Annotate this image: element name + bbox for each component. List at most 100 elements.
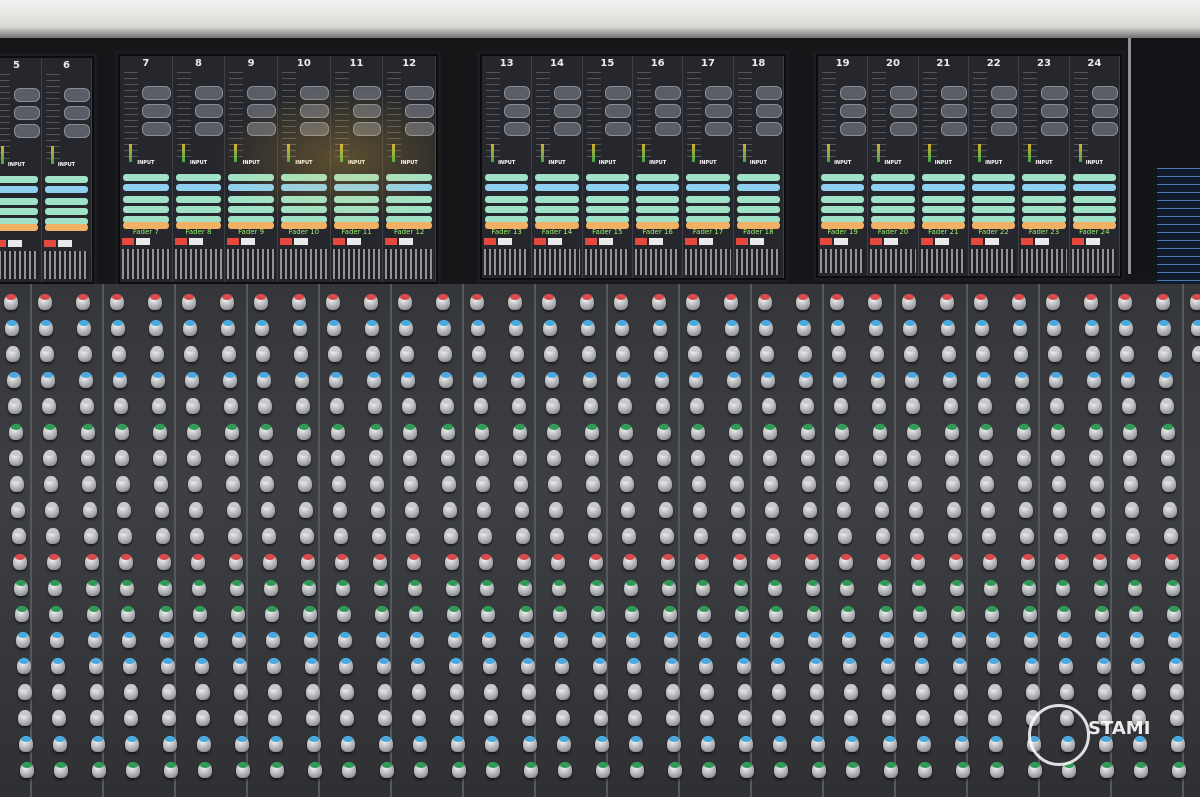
rotary-knob[interactable] <box>588 528 603 544</box>
channel-mode-button[interactable] <box>64 106 90 120</box>
rotary-knob[interactable] <box>978 424 993 440</box>
routing-chip[interactable] <box>686 184 730 191</box>
routing-chip[interactable] <box>333 184 380 191</box>
rotary-knob[interactable] <box>267 684 282 700</box>
rotary-knob[interactable] <box>769 632 784 648</box>
rotary-knob[interactable] <box>196 710 211 726</box>
rotary-knob[interactable] <box>944 424 959 440</box>
rotary-knob[interactable] <box>160 658 175 674</box>
rotary-knob[interactable] <box>477 502 492 518</box>
rotary-knob[interactable] <box>42 424 57 440</box>
rotary-knob[interactable] <box>594 710 609 726</box>
rotary-knob[interactable] <box>691 450 706 466</box>
channel-mode-button[interactable] <box>14 106 40 120</box>
routing-chip[interactable] <box>821 184 865 191</box>
routing-chip[interactable] <box>281 184 327 191</box>
routing-chip[interactable] <box>535 174 579 181</box>
rotary-knob[interactable] <box>902 294 916 310</box>
rotary-knob[interactable] <box>547 450 562 466</box>
rotary-knob[interactable] <box>836 476 851 492</box>
rotary-knob[interactable] <box>479 554 493 570</box>
rotary-knob[interactable] <box>1131 684 1146 700</box>
rotary-knob[interactable] <box>616 372 631 388</box>
rotary-knob[interactable] <box>914 658 929 674</box>
rotary-knob[interactable] <box>414 762 429 778</box>
rotary-knob[interactable] <box>1126 528 1141 544</box>
routing-chip[interactable] <box>821 174 865 181</box>
rotary-knob[interactable] <box>868 320 883 336</box>
rotary-knob[interactable] <box>766 528 781 544</box>
rotary-knob[interactable] <box>126 762 141 778</box>
rotary-knob[interactable] <box>832 372 847 388</box>
routing-chip[interactable] <box>175 196 222 203</box>
rotary-knob[interactable] <box>90 710 105 726</box>
rotary-knob[interactable] <box>185 398 200 414</box>
rotary-knob[interactable] <box>843 684 858 700</box>
rotary-knob[interactable] <box>552 606 567 622</box>
routing-chip[interactable] <box>485 184 529 191</box>
rotary-knob[interactable] <box>772 710 787 726</box>
rotary-knob[interactable] <box>220 320 235 336</box>
channel-mode-button[interactable] <box>352 86 382 100</box>
rotary-knob[interactable] <box>375 632 390 648</box>
rotary-knob[interactable] <box>14 606 29 622</box>
rotary-knob[interactable] <box>85 580 100 596</box>
rotary-knob[interactable] <box>339 684 354 700</box>
rotary-knob[interactable] <box>162 710 177 726</box>
rotary-knob[interactable] <box>113 398 128 414</box>
rotary-knob[interactable] <box>620 476 635 492</box>
rotary-knob[interactable] <box>1168 658 1183 674</box>
channel-mode-button[interactable] <box>840 104 867 118</box>
routing-chip[interactable] <box>1072 206 1116 213</box>
rotary-knob[interactable] <box>197 736 212 752</box>
rotary-knob[interactable] <box>593 684 608 700</box>
rotary-knob[interactable] <box>830 294 844 310</box>
rotary-knob[interactable] <box>733 554 747 570</box>
rotary-knob[interactable] <box>915 684 930 700</box>
rotary-knob[interactable] <box>695 554 709 570</box>
rotary-knob[interactable] <box>403 450 418 466</box>
rotary-knob[interactable] <box>1021 554 1035 570</box>
rotary-knob[interactable] <box>187 450 202 466</box>
rotary-knob[interactable] <box>444 528 459 544</box>
rotary-knob[interactable] <box>20 762 35 778</box>
routing-chip[interactable] <box>386 174 432 181</box>
rotary-knob[interactable] <box>10 476 25 492</box>
rotary-knob[interactable] <box>872 424 887 440</box>
routing-chip[interactable] <box>871 206 915 213</box>
rotary-knob[interactable] <box>4 294 18 310</box>
rotary-knob[interactable] <box>407 580 422 596</box>
rotary-knob[interactable] <box>5 346 20 362</box>
rotary-knob[interactable] <box>980 476 995 492</box>
rotary-knob[interactable] <box>484 710 499 726</box>
rotary-knob[interactable] <box>688 372 703 388</box>
rotary-knob[interactable] <box>1096 658 1111 674</box>
rotary-knob[interactable] <box>111 346 126 362</box>
rotary-knob[interactable] <box>1097 684 1112 700</box>
rotary-knob[interactable] <box>257 398 272 414</box>
rotary-knob[interactable] <box>327 346 342 362</box>
rotary-knob[interactable] <box>154 476 169 492</box>
routing-chip[interactable] <box>636 196 680 203</box>
rotary-knob[interactable] <box>913 632 928 648</box>
rotary-knob[interactable] <box>902 320 917 336</box>
rotary-knob[interactable] <box>985 632 1000 648</box>
rotary-knob[interactable] <box>121 632 136 648</box>
rotary-knob[interactable] <box>440 424 455 440</box>
rotary-knob[interactable] <box>771 684 786 700</box>
rotary-knob[interactable] <box>262 528 277 544</box>
channel-mode-button[interactable] <box>705 122 732 136</box>
rotary-knob[interactable] <box>739 736 754 752</box>
routing-chip[interactable] <box>175 206 222 213</box>
rotary-knob[interactable] <box>940 294 954 310</box>
rotary-knob[interactable] <box>700 710 715 726</box>
rotary-knob[interactable] <box>338 658 353 674</box>
rotary-knob[interactable] <box>260 476 275 492</box>
rotary-knob[interactable] <box>841 632 856 648</box>
rotary-knob[interactable] <box>943 398 958 414</box>
rotary-knob[interactable] <box>112 372 127 388</box>
rotary-knob[interactable] <box>542 294 556 310</box>
rotary-knob[interactable] <box>447 632 462 648</box>
rotary-knob[interactable] <box>1023 632 1038 648</box>
rotary-knob[interactable] <box>449 684 464 700</box>
